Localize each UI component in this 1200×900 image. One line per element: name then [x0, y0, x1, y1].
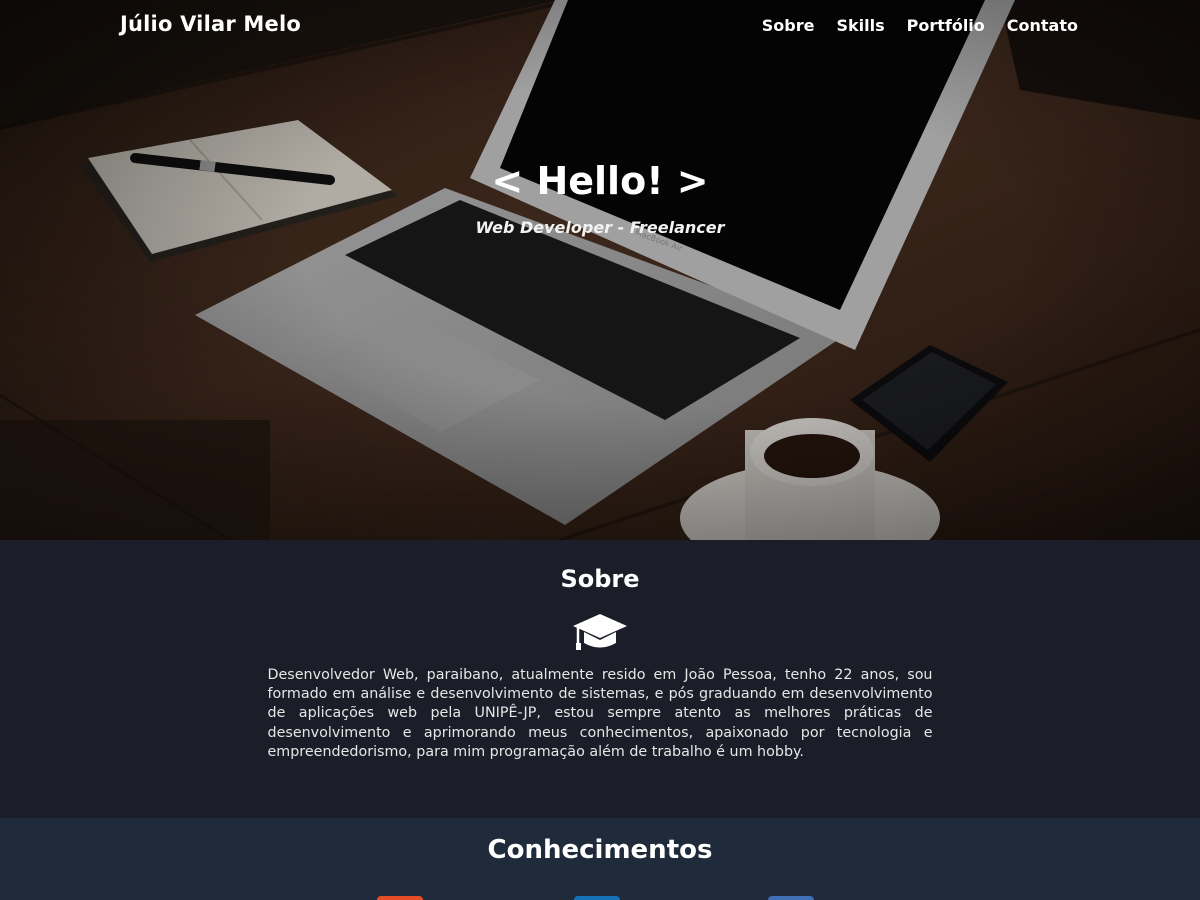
hero-section: Júlio Vilar Melo Sobre Skills Portfólio … — [0, 0, 1200, 540]
nav-link-portfolio[interactable]: Portfólio — [907, 16, 985, 35]
nav-links: Sobre Skills Portfólio Contato — [762, 16, 1078, 35]
sobre-description: Desenvolvedor Web, paraibano, atualmente… — [267, 667, 933, 760]
css3-icon — [574, 896, 620, 900]
javascript-icon — [768, 896, 814, 900]
hero-background-photo — [0, 0, 1200, 540]
hero-text: < Hello! > Web Developer - Freelancer — [0, 156, 1200, 237]
graduation-cap-icon — [573, 614, 627, 650]
hero-title: < Hello! > — [491, 159, 709, 203]
conhecimentos-title: Conhecimentos — [487, 835, 713, 865]
html5-icon — [377, 896, 423, 900]
nav-link-skills[interactable]: Skills — [836, 16, 884, 35]
sobre-section: Sobre Desenvolvedor Web, paraibano, atua… — [0, 540, 1200, 818]
nav-link-sobre[interactable]: Sobre — [762, 16, 815, 35]
conhecimentos-section: Conhecimentos — [0, 818, 1200, 900]
top-navbar: Júlio Vilar Melo Sobre Skills Portfólio … — [0, 0, 1200, 56]
hero-subtitle: Web Developer - Freelancer — [475, 218, 725, 237]
brand-link[interactable]: Júlio Vilar Melo — [120, 12, 301, 36]
sobre-title: Sobre — [560, 565, 640, 593]
nav-link-contato[interactable]: Contato — [1007, 16, 1078, 35]
